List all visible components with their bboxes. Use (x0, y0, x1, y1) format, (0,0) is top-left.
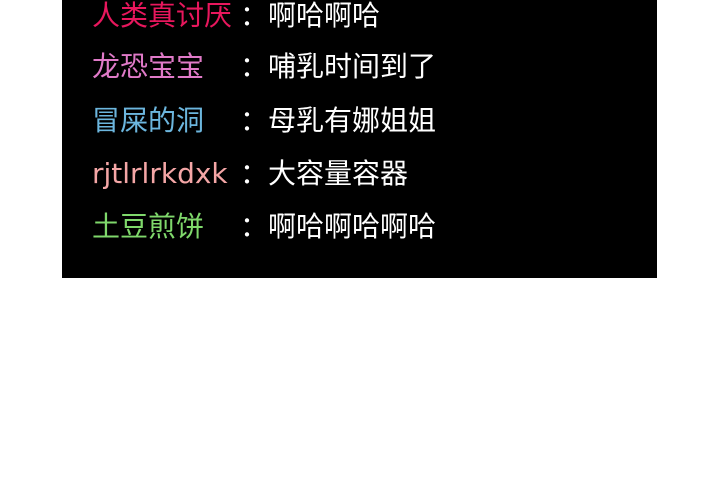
chat-line: 土豆煎饼 ： 啊哈啊哈啊哈 (92, 207, 652, 247)
chat-message: 哺乳时间到了 (268, 50, 437, 83)
page: 人类真讨厌 ： 啊哈啊哈 龙恐宝宝 ： 哺乳时间到了 冒屎的洞 ： 母乳有娜姐姐… (0, 0, 720, 500)
speaker-name: rjtlrlrkdxk (92, 157, 228, 190)
chat-message: 啊哈啊哈啊哈 (268, 210, 437, 243)
speaker-name: 冒屎的洞 (92, 104, 205, 137)
speaker-name: 人类真讨厌 (92, 0, 233, 32)
speaker-name: 龙恐宝宝 (92, 50, 205, 83)
speaker-name: 土豆煎饼 (92, 210, 205, 243)
chat-line: rjtlrlrkdxk ： 大容量容器 (92, 154, 652, 194)
chat-message: 大容量容器 (268, 157, 409, 190)
separator: ： (240, 50, 269, 83)
chat-line: 龙恐宝宝 ： 哺乳时间到了 (92, 47, 652, 87)
separator: ： (240, 157, 269, 190)
chat-panel: 人类真讨厌 ： 啊哈啊哈 龙恐宝宝 ： 哺乳时间到了 冒屎的洞 ： 母乳有娜姐姐… (62, 0, 657, 278)
chat-line: 冒屎的洞 ： 母乳有娜姐姐 (92, 101, 652, 141)
separator: ： (240, 104, 269, 137)
chat-message: 母乳有娜姐姐 (268, 104, 437, 137)
chat-line: 人类真讨厌 ： 啊哈啊哈 (92, 0, 652, 36)
separator: ： (240, 210, 269, 243)
separator: ： (240, 0, 269, 32)
chat-message: 啊哈啊哈 (268, 0, 381, 32)
